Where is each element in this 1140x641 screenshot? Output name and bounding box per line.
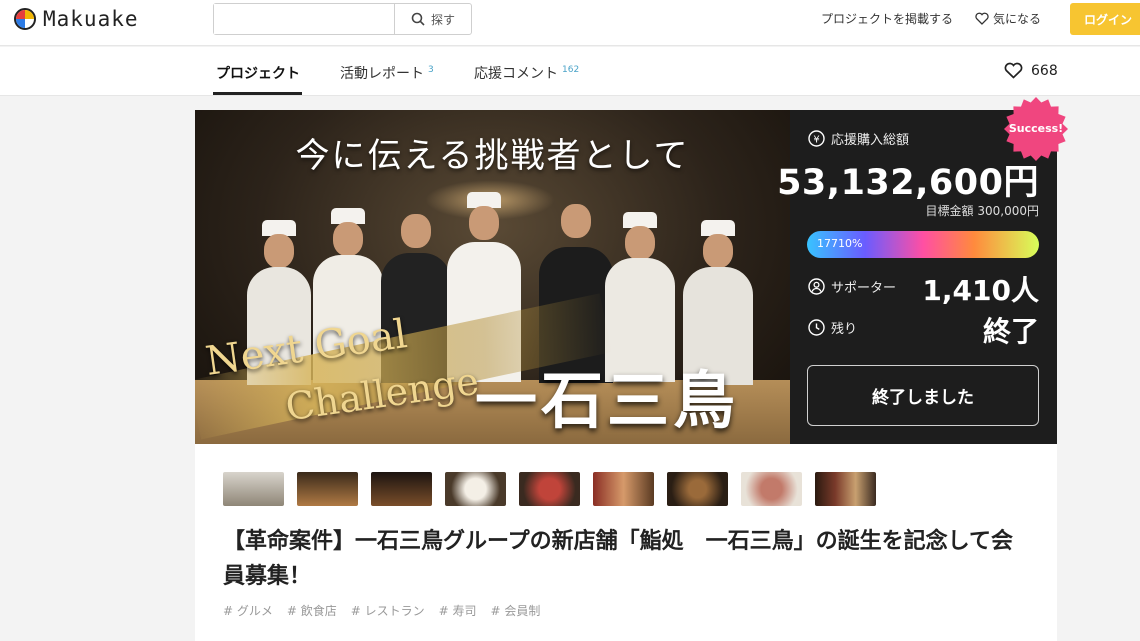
total-label-text: 応援購入総額 — [831, 133, 910, 148]
goal-amount: 目標金額 300,000円 — [925, 204, 1039, 218]
like-button[interactable]: 668 — [1004, 62, 1058, 79]
thumbnail[interactable] — [815, 472, 876, 506]
thumbnail[interactable] — [519, 472, 580, 506]
clock-icon — [808, 319, 825, 336]
supporters-label-text: サポーター — [831, 281, 897, 296]
tab-label: 応援コメント — [474, 66, 558, 82]
post-project-link[interactable]: プロジェクトを掲載する — [821, 10, 953, 27]
svg-text:¥: ¥ — [813, 135, 819, 146]
user-icon — [808, 278, 825, 295]
makuake-logo-icon — [14, 8, 36, 30]
hero-title: 今に伝える挑戦者として — [295, 136, 690, 176]
image-thumbnail-strip — [223, 472, 876, 506]
project-title: 【革命案件】一石三鳥グループの新店舗「鮨処 一石三鳥」の誕生を記念して会員募集！ — [223, 529, 1014, 589]
success-badge: Success! — [1003, 96, 1069, 162]
thumbnail[interactable] — [593, 472, 654, 506]
tag-link[interactable]: # レストラン — [351, 602, 425, 619]
search-icon — [411, 12, 425, 26]
tag-link[interactable]: # 飲食店 — [287, 602, 337, 619]
project-ended-button[interactable]: 終了しました — [807, 365, 1039, 426]
search-box: 探す — [213, 3, 472, 35]
thumbnail[interactable] — [223, 472, 284, 506]
thumbnail[interactable] — [445, 472, 506, 506]
tab-count-badge: 162 — [562, 65, 580, 75]
success-badge-text: Success! — [1008, 122, 1064, 135]
active-tab-indicator — [213, 92, 302, 95]
tab-count-badge: 3 — [428, 65, 434, 75]
login-label: ログイン — [1084, 12, 1133, 27]
thumbnail[interactable] — [371, 472, 432, 506]
thumbnail[interactable] — [297, 472, 358, 506]
search-button[interactable]: 探す — [395, 4, 471, 34]
tab-activity-report[interactable]: 活動レポート 3 — [340, 63, 434, 83]
makuake-logo[interactable]: Makuake — [14, 7, 139, 31]
tab-support-comments[interactable]: 応援コメント 162 — [474, 63, 579, 83]
thumbnail[interactable] — [667, 472, 728, 506]
supporters-count: 1,410人 — [922, 274, 1039, 307]
total-label: ¥ 応援購入総額 — [808, 129, 909, 148]
site-header: Makuake 探す プロジェクトを掲載する 気になる ログイン — [0, 0, 1140, 46]
favorites-label: 気になる — [993, 12, 1042, 26]
ended-button-label: 終了しました — [872, 388, 974, 408]
search-button-label: 探す — [430, 12, 455, 27]
tag-link[interactable]: # グルメ — [223, 602, 273, 619]
favorites-link[interactable]: 気になる — [975, 10, 1041, 27]
remaining-label: 残り — [808, 318, 857, 337]
thumbnail[interactable] — [741, 472, 802, 506]
progress-percent: 17710% — [817, 237, 863, 250]
tab-label: プロジェクト — [216, 66, 300, 82]
remaining-value: 終了 — [982, 315, 1039, 348]
funding-progress-bar: 17710% — [807, 231, 1039, 258]
login-button[interactable]: ログイン — [1070, 3, 1140, 35]
tag-link[interactable]: # 会員制 — [491, 602, 541, 619]
yen-icon: ¥ — [808, 130, 825, 147]
tag-link[interactable]: # 寿司 — [439, 602, 477, 619]
project-tabs: プロジェクト 活動レポート 3 応援コメント 162 — [0, 47, 1140, 96]
logo-text: Makuake — [43, 7, 139, 31]
supporters-label: サポーター — [808, 277, 896, 296]
tab-label: 活動レポート — [340, 66, 424, 82]
tab-project[interactable]: プロジェクト — [216, 63, 300, 83]
heart-icon — [1004, 62, 1023, 79]
like-count: 668 — [1031, 62, 1058, 79]
project-main-image[interactable]: 今に伝える挑戦者として Next Goal Challenge 一石三鳥 — [195, 110, 790, 444]
project-detail-section: 【革命案件】一石三鳥グループの新店舗「鮨処 一石三鳥」の誕生を記念して会員募集！… — [195, 444, 1057, 641]
remaining-label-text: 残り — [831, 322, 858, 337]
search-input[interactable] — [214, 4, 395, 34]
brand-calligraphy: 一石三鳥 — [475, 364, 740, 437]
tag-list: # グルメ # 飲食店 # レストラン # 寿司 # 会員制 — [223, 602, 540, 619]
heart-icon — [975, 12, 989, 25]
post-project-label: プロジェクトを掲載する — [821, 12, 954, 26]
total-amount: 53,132,600円 — [777, 163, 1039, 203]
